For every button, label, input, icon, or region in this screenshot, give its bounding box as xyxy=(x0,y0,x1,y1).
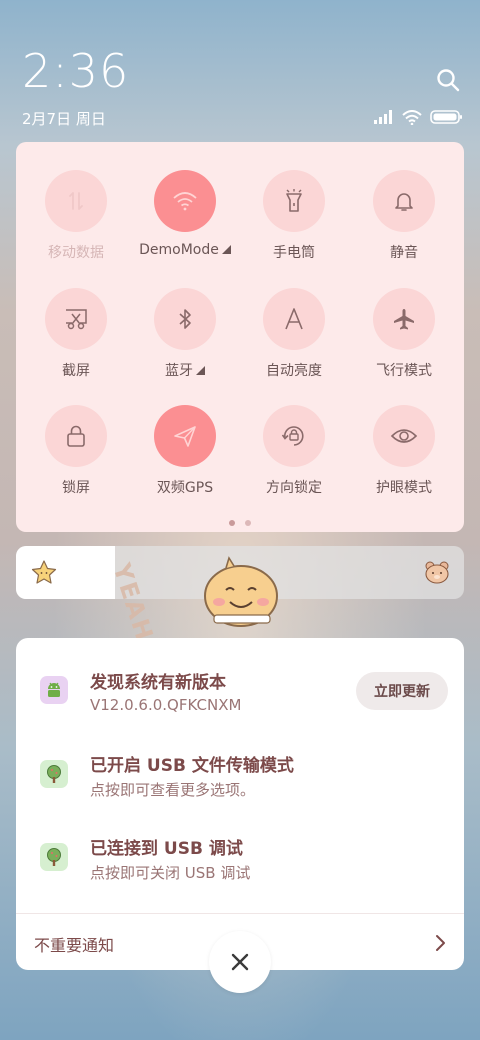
tile-wifi[interactable]: DemoMode xyxy=(130,170,240,258)
tile-circle[interactable] xyxy=(154,170,216,232)
battery-icon xyxy=(430,110,462,124)
tile-label: 静音 xyxy=(390,245,418,261)
clear-notifications-button[interactable] xyxy=(209,931,271,993)
tile-bluetooth[interactable]: 蓝牙 xyxy=(130,288,240,380)
tile-label: 锁屏 xyxy=(62,480,90,496)
tile-label: 双频GPS xyxy=(156,480,214,496)
mobile-data-icon xyxy=(69,192,83,210)
tile-circle[interactable] xyxy=(373,170,435,232)
tile-flashlight[interactable]: 手电筒 xyxy=(239,170,349,262)
tile-label: 截屏 xyxy=(62,363,90,379)
wifi-status-icon xyxy=(402,109,422,125)
tile-silent[interactable]: 静音 xyxy=(349,170,459,262)
tree-icon xyxy=(40,843,68,871)
tile-label: 自动亮度 xyxy=(266,363,322,379)
page-dot xyxy=(245,520,251,526)
eye-icon xyxy=(390,429,418,443)
lock-icon xyxy=(67,425,85,447)
divider xyxy=(16,913,464,914)
tile-circle[interactable] xyxy=(45,288,107,350)
tile-lock-screen[interactable]: 锁屏 xyxy=(21,405,131,497)
tile-circle[interactable] xyxy=(154,405,216,467)
tile-circle[interactable] xyxy=(263,170,325,232)
bluetooth-icon xyxy=(179,309,191,329)
tile-label: 蓝牙 xyxy=(130,360,240,380)
location-arrow-icon xyxy=(174,426,196,447)
clock[interactable]: 2:36 xyxy=(22,44,129,98)
android-updater-icon xyxy=(40,676,68,704)
notification-subtitle: 点按即可关闭 USB 调试 xyxy=(90,864,251,882)
notification-subtitle: V12.0.6.0.QFKCNXM xyxy=(90,696,242,714)
tile-label-text: 蓝牙 xyxy=(165,363,193,379)
tile-label-text: DemoMode xyxy=(139,242,219,258)
screenshot-icon xyxy=(66,309,87,330)
tile-circle[interactable] xyxy=(45,405,107,467)
tile-airplane-mode[interactable]: 飞行模式 xyxy=(349,288,459,380)
notification-title: 已开启 USB 文件传输模式 xyxy=(90,756,294,776)
tile-circle[interactable] xyxy=(45,170,107,232)
flashlight-icon xyxy=(286,189,302,212)
tile-dual-gps[interactable]: 双频GPS xyxy=(130,405,240,497)
tile-mobile-data[interactable]: 移动数据 xyxy=(21,170,131,262)
tile-label: DemoMode xyxy=(130,242,240,258)
bell-icon xyxy=(395,193,413,211)
chevron-right-icon[interactable] xyxy=(434,934,446,952)
notification-subtitle: 点按即可查看更多选项。 xyxy=(90,781,256,799)
wifi-icon xyxy=(173,192,197,211)
tile-eye-care[interactable]: 护眼模式 xyxy=(349,405,459,497)
close-icon xyxy=(231,953,249,971)
tile-label: 手电筒 xyxy=(273,245,315,261)
tile-circle[interactable] xyxy=(373,405,435,467)
tile-label: 移动数据 xyxy=(48,245,104,261)
tile-circle[interactable] xyxy=(263,288,325,350)
tile-circle[interactable] xyxy=(373,288,435,350)
page-indicator xyxy=(16,520,464,526)
rotation-lock-icon xyxy=(281,426,304,446)
tile-rotation-lock[interactable]: 方向锁定 xyxy=(239,405,349,497)
notification-title: 发现系统有新版本 xyxy=(90,673,226,693)
expand-triangle-icon xyxy=(221,245,231,254)
page-dot-active xyxy=(229,520,235,526)
update-now-button[interactable]: 立即更新 xyxy=(356,672,448,710)
tile-label: 飞行模式 xyxy=(376,363,432,379)
auto-brightness-icon xyxy=(285,308,303,330)
notification-card: 发现系统有新版本 V12.0.6.0.QFKCNXM 立即更新 已开启 USB … xyxy=(16,638,464,970)
star-icon xyxy=(31,560,57,584)
expand-triangle-icon xyxy=(196,366,205,375)
date[interactable]: 2月7日 周日 xyxy=(22,108,106,129)
bear-icon xyxy=(425,561,449,584)
tile-circle[interactable] xyxy=(154,288,216,350)
tile-label: 方向锁定 xyxy=(266,480,322,496)
tree-icon xyxy=(40,760,68,788)
tile-auto-brightness[interactable]: 自动亮度 xyxy=(239,288,349,380)
search-icon[interactable] xyxy=(434,66,462,94)
quick-settings-panel: 移动数据 DemoMode 手电筒 静音 截屏 蓝牙 自动亮度 飞行模式 锁屏 … xyxy=(16,142,464,532)
sticker-character-icon xyxy=(204,556,278,627)
signal-icon xyxy=(374,110,392,124)
tile-circle[interactable] xyxy=(263,405,325,467)
unimportant-notifications-link[interactable]: 不重要通知 xyxy=(34,932,114,956)
status-icons xyxy=(374,108,462,126)
tile-screenshot[interactable]: 截屏 xyxy=(21,288,131,380)
tile-label: 护眼模式 xyxy=(376,480,432,496)
airplane-icon xyxy=(394,309,414,330)
notification-title: 已连接到 USB 调试 xyxy=(90,839,243,859)
